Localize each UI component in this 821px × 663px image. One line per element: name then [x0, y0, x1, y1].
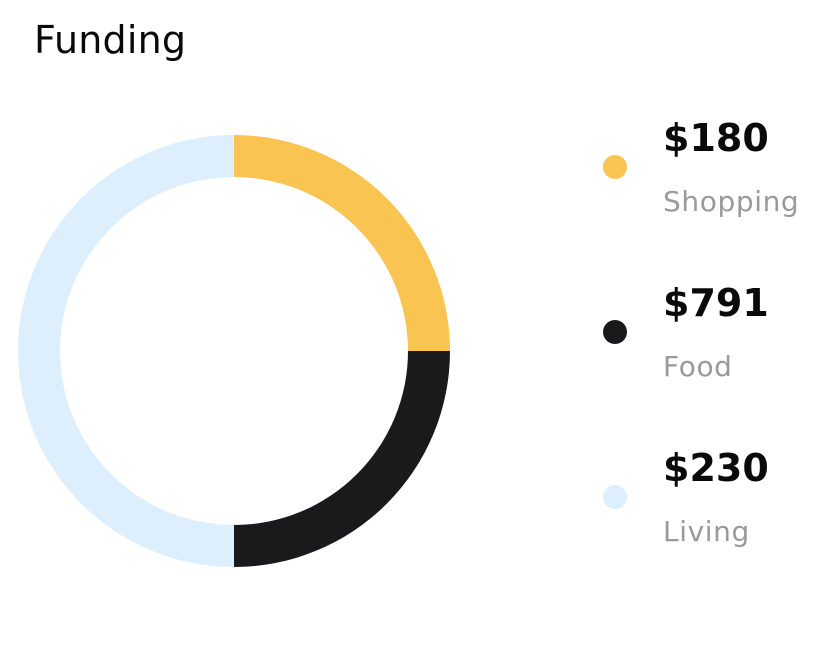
- legend-dot-living: [603, 485, 627, 509]
- donut-svg: [18, 135, 450, 567]
- legend-item-living: $230 Living: [600, 440, 821, 605]
- legend-value-shopping: $180: [663, 116, 769, 160]
- donut-chart: [18, 135, 450, 567]
- legend-item-food: $791 Food: [600, 275, 821, 440]
- donut-slice-shopping: [234, 135, 450, 351]
- legend-label-living: Living: [663, 515, 750, 548]
- legend-label-shopping: Shopping: [663, 185, 800, 218]
- chart-title: Funding: [34, 18, 187, 62]
- legend: $180 Shopping $791 Food $230 Living: [600, 110, 821, 605]
- legend-item-shopping: $180 Shopping: [600, 110, 821, 275]
- donut-slice-food: [234, 351, 450, 567]
- legend-value-food: $791: [663, 281, 769, 325]
- legend-value-living: $230: [663, 446, 769, 490]
- donut-slice-living: [18, 135, 234, 567]
- legend-dot-food: [603, 320, 627, 344]
- legend-dot-shopping: [603, 155, 627, 179]
- legend-label-food: Food: [663, 350, 733, 383]
